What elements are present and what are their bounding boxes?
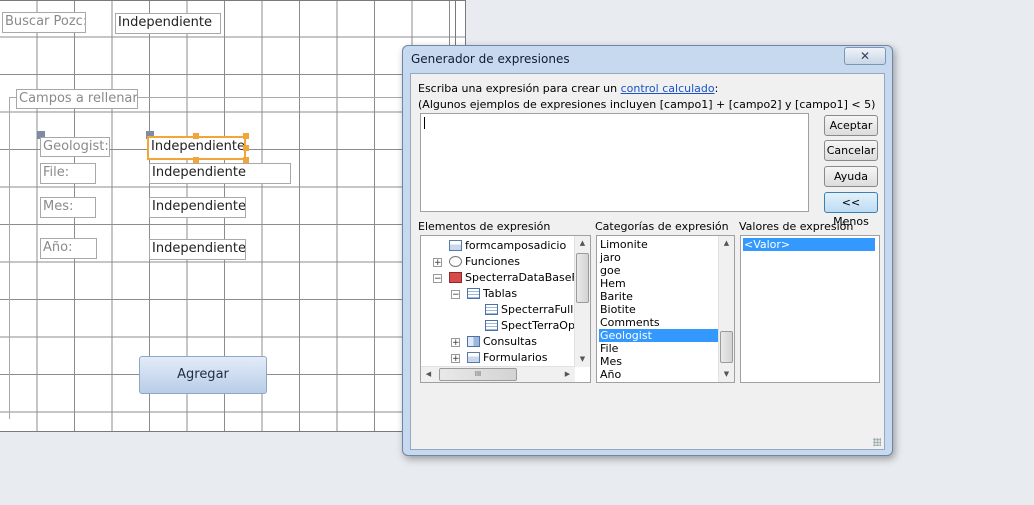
menos-button[interactable]: << Menos	[824, 192, 878, 228]
form-design-grid[interactable]: Buscar Pozc: Independiente Campos a rell…	[0, 0, 466, 432]
file-textbox[interactable]: Independiente	[149, 163, 291, 184]
tree-horizontal-scrollbar[interactable]: ◀ III ▶	[421, 366, 575, 382]
elements-header: Elementos de expresión	[418, 220, 551, 233]
campos-group-label[interactable]: Campos a rellenar:	[16, 89, 138, 109]
ayuda-button[interactable]: Ayuda	[824, 166, 878, 187]
dialog-title: Generador de expresiones	[411, 52, 570, 66]
elements-tree[interactable]: formcamposadicio + Funciones − SpecterraData…	[420, 235, 591, 383]
category-item[interactable]: jaro	[599, 251, 718, 264]
category-item[interactable]: Comments	[599, 316, 718, 329]
aceptar-button[interactable]: Aceptar	[824, 115, 878, 136]
file-label[interactable]: File:	[40, 163, 96, 184]
mes-textbox[interactable]: Independiente	[149, 197, 246, 218]
mes-label[interactable]: Mes:	[40, 197, 96, 218]
table-icon	[467, 288, 480, 299]
tree-item[interactable]: Tablas	[467, 286, 517, 302]
buscar-textbox[interactable]: Independiente	[115, 13, 221, 34]
tree-hscroll-thumb[interactable]: III	[439, 368, 517, 381]
tree-item[interactable]: formcamposadicio	[449, 238, 566, 254]
form-icon	[467, 352, 480, 363]
tree-item[interactable]: SpecterraDataBaseFull	[449, 270, 590, 286]
instruction-text: Escriba una expresión para crear un cont…	[418, 82, 718, 95]
tree-item[interactable]: SpecterraFull	[485, 302, 573, 318]
tree-expander-icon[interactable]: −	[433, 274, 442, 284]
resize-handle-right[interactable]	[243, 145, 249, 151]
scroll-right-arrow-icon[interactable]: ▶	[560, 367, 575, 382]
tree-item-label: SpecterraFull	[501, 303, 574, 316]
database-icon	[449, 272, 462, 283]
value-item[interactable]: <Valor>	[743, 238, 875, 251]
tree-item-label: Funciones	[465, 255, 520, 268]
instruction-suffix: :	[714, 82, 719, 95]
values-list[interactable]: <Valor>	[740, 235, 880, 383]
tree-item-label: SpectTerraOpt	[501, 319, 580, 332]
category-item[interactable]: Mes	[599, 355, 718, 368]
category-item[interactable]: goe	[599, 264, 718, 277]
buscar-label[interactable]: Buscar Pozc:	[2, 12, 86, 33]
close-icon: ✕	[859, 49, 871, 63]
tree-item[interactable]: SpectTerraOpt	[485, 318, 579, 334]
category-item[interactable]: Geologist	[599, 329, 718, 342]
resize-handle-top[interactable]	[193, 133, 199, 139]
category-item[interactable]: File	[599, 342, 718, 355]
tree-item[interactable]: Consultas	[467, 334, 537, 350]
scroll-left-arrow-icon[interactable]: ◀	[421, 367, 436, 382]
resize-handle-top-right[interactable]	[243, 133, 249, 139]
ano-textbox[interactable]: Independiente	[149, 239, 246, 260]
tree-vertical-scrollbar[interactable]: ▲ ▼	[574, 236, 590, 367]
resize-grip-icon[interactable]	[873, 438, 881, 446]
tree-item-label: formcamposadicio	[465, 239, 567, 252]
scroll-down-arrow-icon[interactable]: ▼	[575, 352, 590, 367]
category-item[interactable]: Biotite	[599, 303, 718, 316]
categories-vertical-scrollbar[interactable]: ▲ ▼	[718, 236, 734, 382]
tree-expander-icon[interactable]: +	[451, 338, 460, 348]
tree-item[interactable]: Formularios	[467, 350, 548, 366]
tree-expander-icon[interactable]: +	[433, 258, 442, 268]
category-item[interactable]: Hem	[599, 277, 718, 290]
categories-list[interactable]: Limonite jaro goe Hem Barite Biotite Comments G…	[596, 235, 735, 383]
categories-header: Categorías de expresión	[595, 220, 729, 233]
tree-expander-icon[interactable]: +	[451, 354, 460, 364]
expression-input[interactable]	[420, 113, 809, 212]
tree-scroll-thumb[interactable]	[576, 253, 589, 303]
scroll-up-arrow-icon[interactable]: ▲	[575, 236, 590, 251]
table-icon	[485, 304, 498, 315]
instruction-prefix: Escriba una expresión para crear un	[418, 82, 621, 95]
ano-label[interactable]: Año:	[40, 238, 97, 259]
example-text: (Algunos ejemplos de expresiones incluye…	[418, 98, 876, 111]
tree-item-label: Tablas	[483, 287, 518, 300]
values-header: Valores de expresión	[739, 220, 854, 233]
dialog-client-area: Escriba una expresión para crear un cont…	[410, 73, 885, 450]
agregar-button[interactable]: Agregar	[139, 356, 267, 394]
close-button[interactable]: ✕	[844, 47, 886, 65]
form-top-edge	[0, 0, 466, 1]
tree-item-label: SpecterraDataBaseFull	[465, 271, 591, 284]
tree-item[interactable]: Funciones	[449, 254, 520, 270]
cancelar-button[interactable]: Cancelar	[824, 140, 878, 161]
categories-scroll-thumb[interactable]	[720, 331, 733, 363]
category-item[interactable]: Año	[599, 368, 718, 381]
text-caret	[424, 117, 425, 129]
function-icon	[449, 256, 462, 267]
tree-item-label: Formularios	[483, 351, 548, 364]
category-item[interactable]: Barite	[599, 290, 718, 303]
scroll-up-arrow-icon[interactable]: ▲	[719, 236, 734, 251]
tree-expander-icon[interactable]: −	[451, 290, 460, 300]
control-calculado-link[interactable]: control calculado	[621, 82, 715, 95]
table-icon	[485, 320, 498, 331]
expression-builder-dialog[interactable]: Generador de expresiones ✕ Escriba una e…	[402, 45, 893, 456]
form-icon	[449, 240, 462, 251]
tree-item-label: Consultas	[483, 335, 537, 348]
geologist-label[interactable]: Geologist:	[40, 137, 110, 157]
scroll-down-arrow-icon[interactable]: ▼	[719, 367, 734, 382]
query-icon	[467, 336, 480, 347]
category-item[interactable]: Limonite	[599, 238, 718, 251]
